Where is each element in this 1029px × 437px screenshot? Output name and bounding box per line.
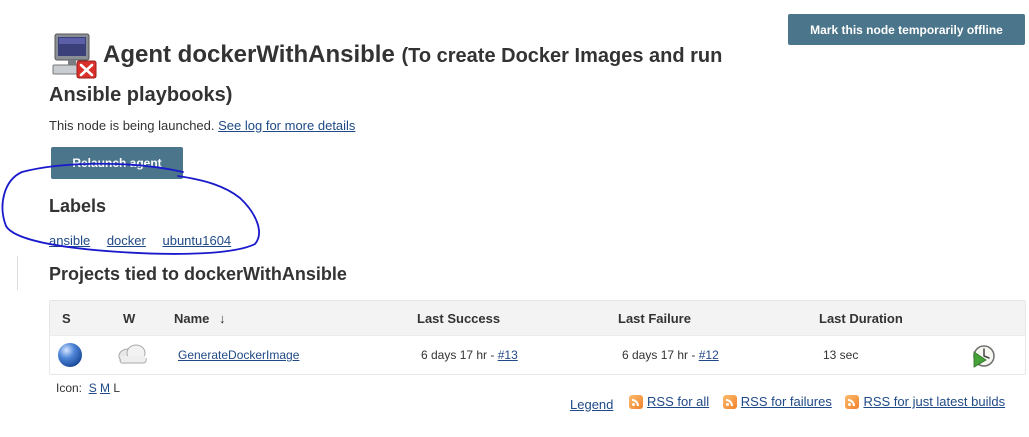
- last-success-cell: 6 days 17 hr - #13: [421, 348, 518, 362]
- rss-latest-link[interactable]: RSS for just latest builds: [863, 394, 1005, 409]
- legend-link[interactable]: Legend: [570, 397, 613, 412]
- rss-failures-link[interactable]: RSS for failures: [741, 394, 832, 409]
- column-name-label: Name: [174, 311, 210, 326]
- table-row: GenerateDockerImage 6 days 17 hr - #13 6…: [50, 335, 1025, 374]
- launch-status: This node is being launched. See log for…: [49, 118, 355, 133]
- last-duration-value: 13 sec: [823, 348, 859, 362]
- column-last-success[interactable]: Last Success: [417, 311, 500, 326]
- rss-failures: RSS for failures: [722, 394, 832, 409]
- label-link-ansible[interactable]: ansible: [49, 233, 90, 248]
- rss-icon[interactable]: [845, 394, 860, 409]
- sort-arrow-icon: ↓: [219, 311, 226, 326]
- mark-offline-button[interactable]: Mark this node temporarily offline: [788, 14, 1025, 45]
- last-success-build-link[interactable]: #13: [498, 348, 518, 362]
- table-header: S W Name ↓ Last Success Last Failure Las…: [50, 301, 1025, 335]
- icon-size-small[interactable]: S: [89, 381, 97, 395]
- label-link-ubuntu1604[interactable]: ubuntu1604: [162, 233, 231, 248]
- last-failure-cell: 6 days 17 hr - #12: [622, 348, 719, 362]
- rss-all-link[interactable]: RSS for all: [647, 394, 709, 409]
- agent-name: Agent dockerWithAnsible: [103, 41, 395, 68]
- blue-ball-icon: [58, 343, 82, 367]
- projects-heading: Projects tied to dockerWithAnsible: [49, 264, 347, 284]
- label-list: ansible docker ubuntu1604: [49, 233, 244, 248]
- column-name[interactable]: Name ↓: [174, 311, 226, 326]
- job-link[interactable]: GenerateDockerImage: [178, 348, 299, 362]
- see-log-link[interactable]: See log for more details: [218, 118, 355, 133]
- icon-size-label: Icon:: [56, 381, 83, 395]
- divider: [17, 256, 18, 290]
- label-link-docker[interactable]: docker: [107, 233, 146, 248]
- icon-size-selector: Icon: S M L: [56, 381, 120, 395]
- last-failure-build-link[interactable]: #12: [699, 348, 719, 362]
- rss-latest: RSS for just latest builds: [845, 394, 1005, 409]
- schedule-build-icon[interactable]: [971, 343, 997, 369]
- projects-table: S W Name ↓ Last Success Last Failure Las…: [49, 300, 1026, 375]
- rss-icon[interactable]: [629, 394, 644, 409]
- column-last-duration[interactable]: Last Duration: [819, 311, 903, 326]
- column-last-failure[interactable]: Last Failure: [618, 311, 691, 326]
- column-weather[interactable]: W: [123, 311, 135, 326]
- cloudy-weather-icon: [118, 344, 147, 364]
- icon-size-large: L: [113, 381, 121, 395]
- icon-size-medium[interactable]: M: [100, 381, 110, 395]
- footer-links: Legend RSS for all RSS for failures RSS …: [570, 394, 1005, 412]
- labels-heading: Labels: [49, 196, 107, 216]
- rss-all: RSS for all: [629, 394, 709, 409]
- last-failure-time: 6 days 17 hr -: [622, 348, 699, 362]
- launch-message: This node is being launched.: [49, 118, 215, 133]
- relaunch-agent-button[interactable]: Relaunch agent: [51, 147, 183, 179]
- last-success-time: 6 days 17 hr -: [421, 348, 498, 362]
- rss-icon[interactable]: [722, 394, 737, 409]
- column-status[interactable]: S: [62, 311, 71, 326]
- page-title: Agent dockerWithAnsible (To create Docke…: [49, 36, 789, 114]
